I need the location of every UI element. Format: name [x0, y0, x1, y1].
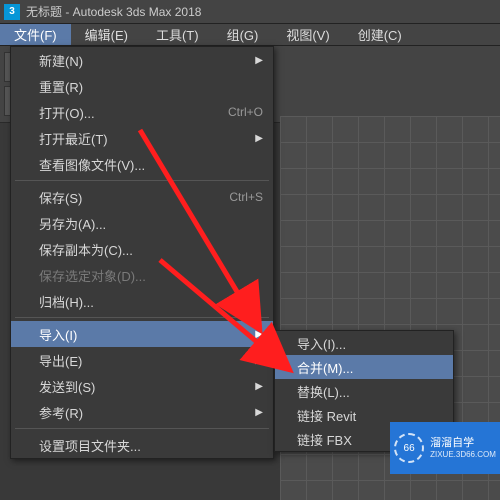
file-menu-dropdown: 新建(N) ▶ 重置(R) 打开(O)... Ctrl+O 打开最近(T) ▶ 查看图…: [10, 46, 274, 459]
shortcut-text: Ctrl+S: [229, 190, 263, 204]
app-icon: 3: [4, 4, 20, 20]
window-title: 无标题 - Autodesk 3ds Max 2018: [26, 3, 201, 20]
menu-item-label: 链接 FBX: [297, 430, 352, 449]
menu-item-label: 归档(H)...: [39, 292, 94, 311]
menu-item-label: 打开(O)...: [39, 103, 95, 122]
chevron-right-icon: ▶: [255, 329, 263, 340]
menu-item-label: 参考(R): [39, 403, 83, 422]
menu-item-label: 保存副本为(C)...: [39, 240, 133, 259]
watermark-text: 溜溜自学 ZIXUE.3D66.COM: [430, 437, 496, 460]
menu-item-new[interactable]: 新建(N) ▶: [11, 47, 273, 73]
menu-item-label: 导入(I): [39, 325, 77, 344]
menu-item-label: 合并(M)...: [297, 358, 353, 377]
menu-item-save-as[interactable]: 另存为(A)...: [11, 210, 273, 236]
menu-item-label: 导入(I)...: [297, 334, 346, 353]
menu-item-send-to[interactable]: 发送到(S) ▶: [11, 373, 273, 399]
watermark-brand: 溜溜自学: [430, 437, 496, 450]
menu-item-label: 重置(R): [39, 77, 83, 96]
menu-item-label: 设置项目文件夹...: [39, 436, 141, 455]
menu-item-view-image[interactable]: 查看图像文件(V)...: [11, 151, 273, 177]
watermark-url: ZIXUE.3D66.COM: [430, 450, 496, 460]
submenu-item-replace[interactable]: 替换(L)...: [275, 379, 453, 403]
watermark-logo-icon: 66: [394, 433, 424, 463]
chevron-right-icon: ▶: [255, 133, 263, 144]
menu-item-label: 另存为(A)...: [39, 214, 106, 233]
menu-item-label: 查看图像文件(V)...: [39, 155, 145, 174]
menu-item-reset[interactable]: 重置(R): [11, 73, 273, 99]
menu-separator: [15, 428, 269, 429]
title-bar: 3 无标题 - Autodesk 3ds Max 2018: [0, 0, 500, 24]
menu-item-open-recent[interactable]: 打开最近(T) ▶: [11, 125, 273, 151]
menu-item-label: 导出(E): [39, 351, 82, 370]
chevron-right-icon: ▶: [255, 381, 263, 392]
menu-item-label: 打开最近(T): [39, 129, 108, 148]
menu-item-reference[interactable]: 参考(R) ▶: [11, 399, 273, 425]
shortcut-text: Ctrl+O: [228, 105, 263, 119]
menu-edit[interactable]: 编辑(E): [71, 24, 142, 45]
menu-item-project-folder[interactable]: 设置项目文件夹...: [11, 432, 273, 458]
menu-item-save-selected: 保存选定对象(D)...: [11, 262, 273, 288]
menu-item-export[interactable]: 导出(E) ▶: [11, 347, 273, 373]
menu-item-label: 保存选定对象(D)...: [39, 266, 146, 285]
watermark: 66 溜溜自学 ZIXUE.3D66.COM: [390, 422, 500, 474]
menu-item-import[interactable]: 导入(I) ▶: [11, 321, 273, 347]
menu-separator: [15, 180, 269, 181]
menu-item-save-copy[interactable]: 保存副本为(C)...: [11, 236, 273, 262]
submenu-item-import[interactable]: 导入(I)...: [275, 331, 453, 355]
menu-item-save[interactable]: 保存(S) Ctrl+S: [11, 184, 273, 210]
menu-item-archive[interactable]: 归档(H)...: [11, 288, 273, 314]
menu-file[interactable]: 文件(F): [0, 24, 71, 45]
menu-bar: 文件(F) 编辑(E) 工具(T) 组(G) 视图(V) 创建(C): [0, 24, 500, 46]
menu-item-label: 替换(L)...: [297, 382, 350, 401]
chevron-right-icon: ▶: [255, 55, 263, 66]
menu-view[interactable]: 视图(V): [272, 24, 343, 45]
menu-item-open[interactable]: 打开(O)... Ctrl+O: [11, 99, 273, 125]
menu-tools[interactable]: 工具(T): [142, 24, 213, 45]
chevron-right-icon: ▶: [255, 355, 263, 366]
submenu-item-merge[interactable]: 合并(M)...: [275, 355, 453, 379]
menu-group[interactable]: 组(G): [213, 24, 273, 45]
menu-item-label: 链接 Revit: [297, 406, 356, 425]
menu-create[interactable]: 创建(C): [344, 24, 416, 45]
chevron-right-icon: ▶: [255, 407, 263, 418]
menu-item-label: 保存(S): [39, 188, 82, 207]
menu-item-label: 发送到(S): [39, 377, 95, 396]
menu-separator: [15, 317, 269, 318]
menu-item-label: 新建(N): [39, 51, 83, 70]
